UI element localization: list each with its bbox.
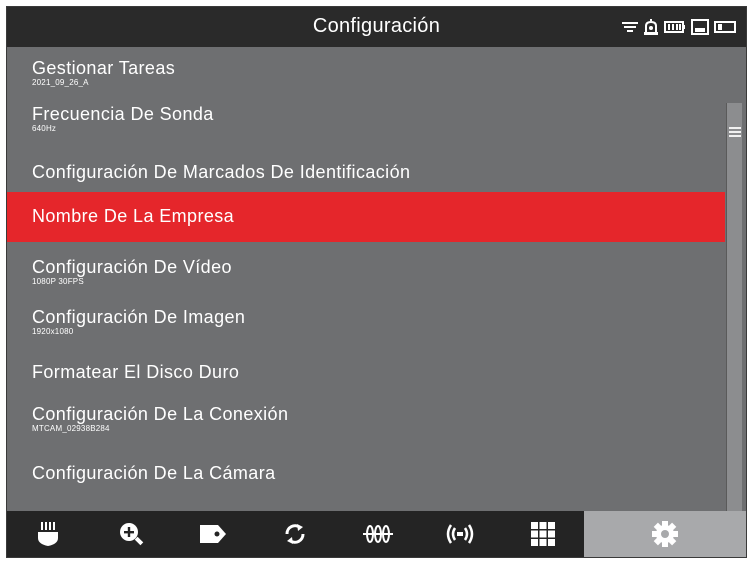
tag-icon bbox=[198, 523, 228, 545]
bottom-toolbar bbox=[7, 511, 746, 557]
menu-scrollbar[interactable] bbox=[726, 103, 742, 515]
card-icon bbox=[714, 20, 736, 34]
menu-item-value: 1920x1080 bbox=[32, 327, 74, 336]
status-icons bbox=[622, 16, 736, 38]
scrollbar-thumb[interactable] bbox=[728, 125, 742, 141]
settings-icon bbox=[651, 520, 679, 548]
settings-menu: Gestionar Tareas 2021_09_26_A Frecuencia… bbox=[7, 47, 746, 509]
settings-button[interactable] bbox=[583, 511, 746, 557]
header-bar: Configuración bbox=[7, 7, 746, 47]
menu-item-label: Configuración De Marcados De Identificac… bbox=[32, 162, 411, 182]
menu-item-label: Nombre De La Empresa bbox=[32, 206, 235, 226]
menu-item-value: MTCAM_02938B284 bbox=[32, 424, 110, 433]
sonde-button[interactable] bbox=[337, 511, 419, 557]
zoom-in-icon bbox=[118, 521, 144, 547]
grid-button[interactable] bbox=[501, 511, 583, 557]
menu-item-label: Frecuencia De Sonda bbox=[32, 104, 214, 124]
menu-item-value: 2021_09_26_A bbox=[32, 78, 89, 87]
settings-screen: Configuración Gestionar Tareas 2021_09_2… bbox=[6, 6, 747, 558]
signal-button[interactable] bbox=[419, 511, 501, 557]
menu-item-nombre-empresa[interactable]: Nombre De La Empresa bbox=[7, 192, 725, 242]
rotate-icon bbox=[282, 521, 308, 547]
rotate-button[interactable] bbox=[254, 511, 336, 557]
sonde-icon bbox=[362, 523, 393, 545]
menu-item-label: Configuración De Imagen bbox=[32, 307, 246, 327]
zoom-button[interactable] bbox=[89, 511, 171, 557]
menu-item-frecuencia-sonda[interactable]: Frecuencia De Sonda 640Hz bbox=[7, 103, 725, 143]
wifi-icon bbox=[622, 20, 638, 34]
menu-item-configuracion-video[interactable]: Configuración De Vídeo 1080P 30FPS bbox=[7, 256, 725, 296]
light-icon bbox=[36, 520, 60, 548]
storage-icon bbox=[691, 19, 709, 35]
battery-icon bbox=[664, 20, 686, 34]
menu-item-label: Configuración De La Conexión bbox=[32, 404, 289, 424]
grid-icon bbox=[530, 521, 556, 547]
tag-button[interactable] bbox=[172, 511, 254, 557]
menu-item-label: Formatear El Disco Duro bbox=[32, 362, 240, 382]
light-button[interactable] bbox=[7, 511, 89, 557]
menu-item-label: Gestionar Tareas bbox=[32, 58, 176, 78]
menu-item-label: Configuración De La Cámara bbox=[32, 463, 276, 483]
menu-item-configuracion-camara[interactable]: Configuración De La Cámara bbox=[7, 462, 725, 502]
menu-item-value: 1080P 30FPS bbox=[32, 277, 84, 286]
alarm-icon bbox=[643, 18, 659, 36]
menu-item-configuracion-conexion[interactable]: Configuración De La Conexión MTCAM_02938… bbox=[7, 403, 725, 443]
menu-item-formatear-disco[interactable]: Formatear El Disco Duro bbox=[7, 361, 725, 401]
menu-item-value: 640Hz bbox=[32, 124, 57, 133]
menu-item-configuracion-imagen[interactable]: Configuración De Imagen 1920x1080 bbox=[7, 306, 725, 346]
menu-item-label: Configuración De Vídeo bbox=[32, 257, 232, 277]
menu-item-gestionar-tareas[interactable]: Gestionar Tareas 2021_09_26_A bbox=[7, 57, 725, 97]
signal-icon bbox=[444, 522, 476, 546]
